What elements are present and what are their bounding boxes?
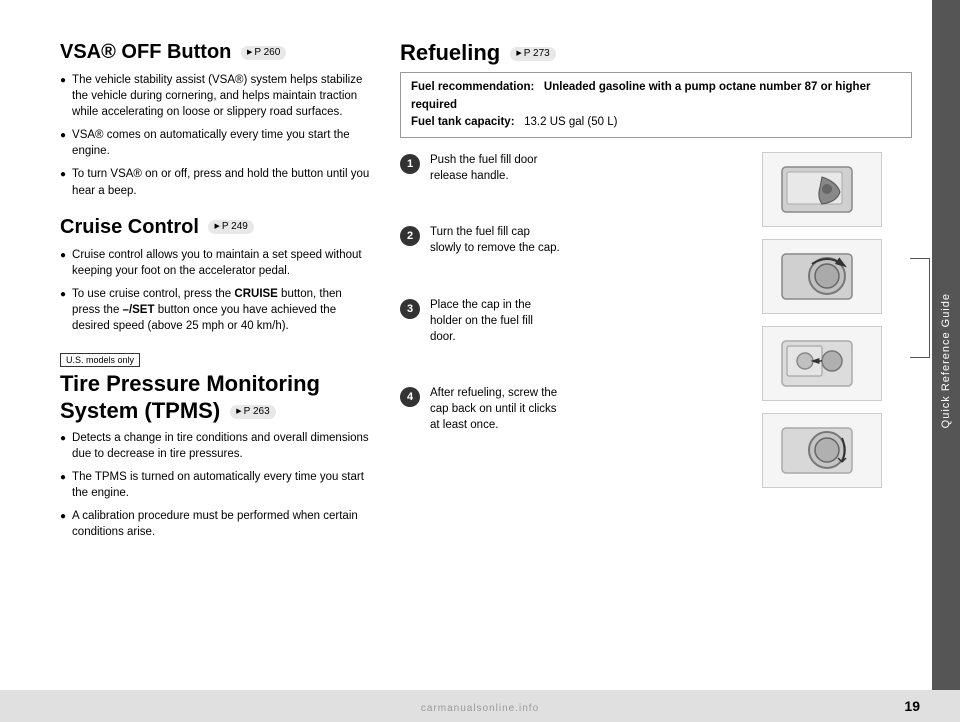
bullet-text: To use cruise control, press the CRUISE … [72, 286, 370, 334]
fuel-tank-label: Fuel tank capacity: [411, 116, 515, 128]
tpms-section: Tire Pressure Monitoring System (TPMS) P… [60, 371, 370, 540]
right-sidebar: Quick Reference Guide [932, 0, 960, 722]
list-item: To turn VSA® on or off, press and hold t… [60, 166, 370, 198]
refueling-page-ref: P 273 [510, 47, 555, 61]
step-4-text: After refueling, screw the cap back on u… [430, 385, 560, 433]
fuel-cap-holder-icon [772, 331, 872, 396]
step-2-row: 2 Turn the fuel fill cap slowly to remov… [400, 224, 752, 256]
cruise-title: Cruise Control P 249 [60, 215, 370, 239]
step-4-image [762, 413, 882, 488]
bullet-text: VSA® comes on automatically every time y… [72, 127, 370, 159]
step-1-text: Push the fuel fill door release handle. [430, 152, 560, 184]
cruise-title-text: Cruise Control [60, 216, 199, 238]
us-models-badge: U.S. models only [60, 353, 140, 367]
step-2-number: 2 [400, 226, 420, 246]
step-3-number: 3 [400, 299, 420, 319]
main-content: VSA® OFF Button P 260 The vehicle stabil… [0, 0, 932, 722]
page-number: 19 [904, 698, 920, 714]
fuel-tank-value: 13.2 US gal (50 L) [524, 116, 617, 128]
vsa-page-ref: P 260 [241, 46, 286, 60]
step-1-image [762, 152, 882, 227]
connector-lines [910, 258, 930, 358]
fuel-cap-screw-icon [772, 418, 872, 483]
step-1-row: 1 Push the fuel fill door release handle… [400, 152, 752, 184]
sidebar-label: Quick Reference Guide [940, 293, 952, 428]
step-4-number: 4 [400, 387, 420, 407]
step-3-text: Place the cap in the holder on the fuel … [430, 297, 560, 345]
step-4-row: 4 After refueling, screw the cap back on… [400, 385, 752, 433]
list-item: Cruise control allows you to maintain a … [60, 247, 370, 279]
cruise-section: Cruise Control P 249 Cruise control allo… [60, 215, 370, 334]
tpms-title: Tire Pressure Monitoring System (TPMS) P… [60, 371, 370, 424]
page-container: VSA® OFF Button P 260 The vehicle stabil… [0, 0, 960, 722]
step-2-text: Turn the fuel fill cap slowly to remove … [430, 224, 560, 256]
list-item: A calibration procedure must be performe… [60, 508, 370, 540]
step-3-row: 3 Place the cap in the holder on the fue… [400, 297, 752, 345]
watermark: carmanualsonline.info [421, 703, 539, 714]
vsa-bullet-list: The vehicle stability assist (VSA®) syst… [60, 72, 370, 199]
vsa-title: VSA® OFF Button P 260 [60, 40, 370, 64]
fuel-door-icon [772, 157, 872, 222]
list-item: The vehicle stability assist (VSA®) syst… [60, 72, 370, 120]
refueling-title: Refueling P 273 [400, 40, 912, 66]
bullet-text: Detects a change in tire conditions and … [72, 430, 370, 462]
bullet-text: The TPMS is turned on automatically ever… [72, 469, 370, 501]
step-3-image [762, 326, 882, 401]
tpms-title-text: Tire Pressure Monitoring System (TPMS) [60, 371, 320, 422]
list-item: Detects a change in tire conditions and … [60, 430, 370, 462]
bullet-text: The vehicle stability assist (VSA®) syst… [72, 72, 370, 120]
fuel-rec-label: Fuel recommendation: [411, 81, 534, 93]
steps-area: 1 Push the fuel fill door release handle… [400, 152, 912, 488]
tpms-bullet-list: Detects a change in tire conditions and … [60, 430, 370, 541]
list-item: To use cruise control, press the CRUISE … [60, 286, 370, 334]
vsa-section: VSA® OFF Button P 260 The vehicle stabil… [60, 40, 370, 199]
cruise-page-ref: P 249 [208, 220, 253, 234]
bullet-text: A calibration procedure must be performe… [72, 508, 370, 540]
left-column: VSA® OFF Button P 260 The vehicle stabil… [60, 40, 370, 682]
bullet-text: To turn VSA® on or off, press and hold t… [72, 166, 370, 198]
step-1-number: 1 [400, 154, 420, 174]
bullet-text: Cruise control allows you to maintain a … [72, 247, 370, 279]
fuel-tank-row: Fuel tank capacity: 13.2 US gal (50 L) [411, 114, 901, 131]
list-item: The TPMS is turned on automatically ever… [60, 469, 370, 501]
right-column: Refueling P 273 Fuel recommendation: Unl… [390, 40, 912, 682]
fuel-rec-row: Fuel recommendation: Unleaded gasoline w… [411, 79, 901, 114]
refueling-title-text: Refueling [400, 40, 500, 65]
steps-list: 1 Push the fuel fill door release handle… [400, 152, 752, 488]
fuel-recommendation-box: Fuel recommendation: Unleaded gasoline w… [400, 72, 912, 138]
cruise-bullet-list: Cruise control allows you to maintain a … [60, 247, 370, 334]
tpms-page-ref: P 263 [230, 405, 275, 419]
vsa-title-text: VSA® OFF Button [60, 41, 231, 63]
fuel-cap-turn-icon [772, 244, 872, 309]
list-item: VSA® comes on automatically every time y… [60, 127, 370, 159]
steps-images [762, 152, 912, 488]
step-2-image [762, 239, 882, 314]
